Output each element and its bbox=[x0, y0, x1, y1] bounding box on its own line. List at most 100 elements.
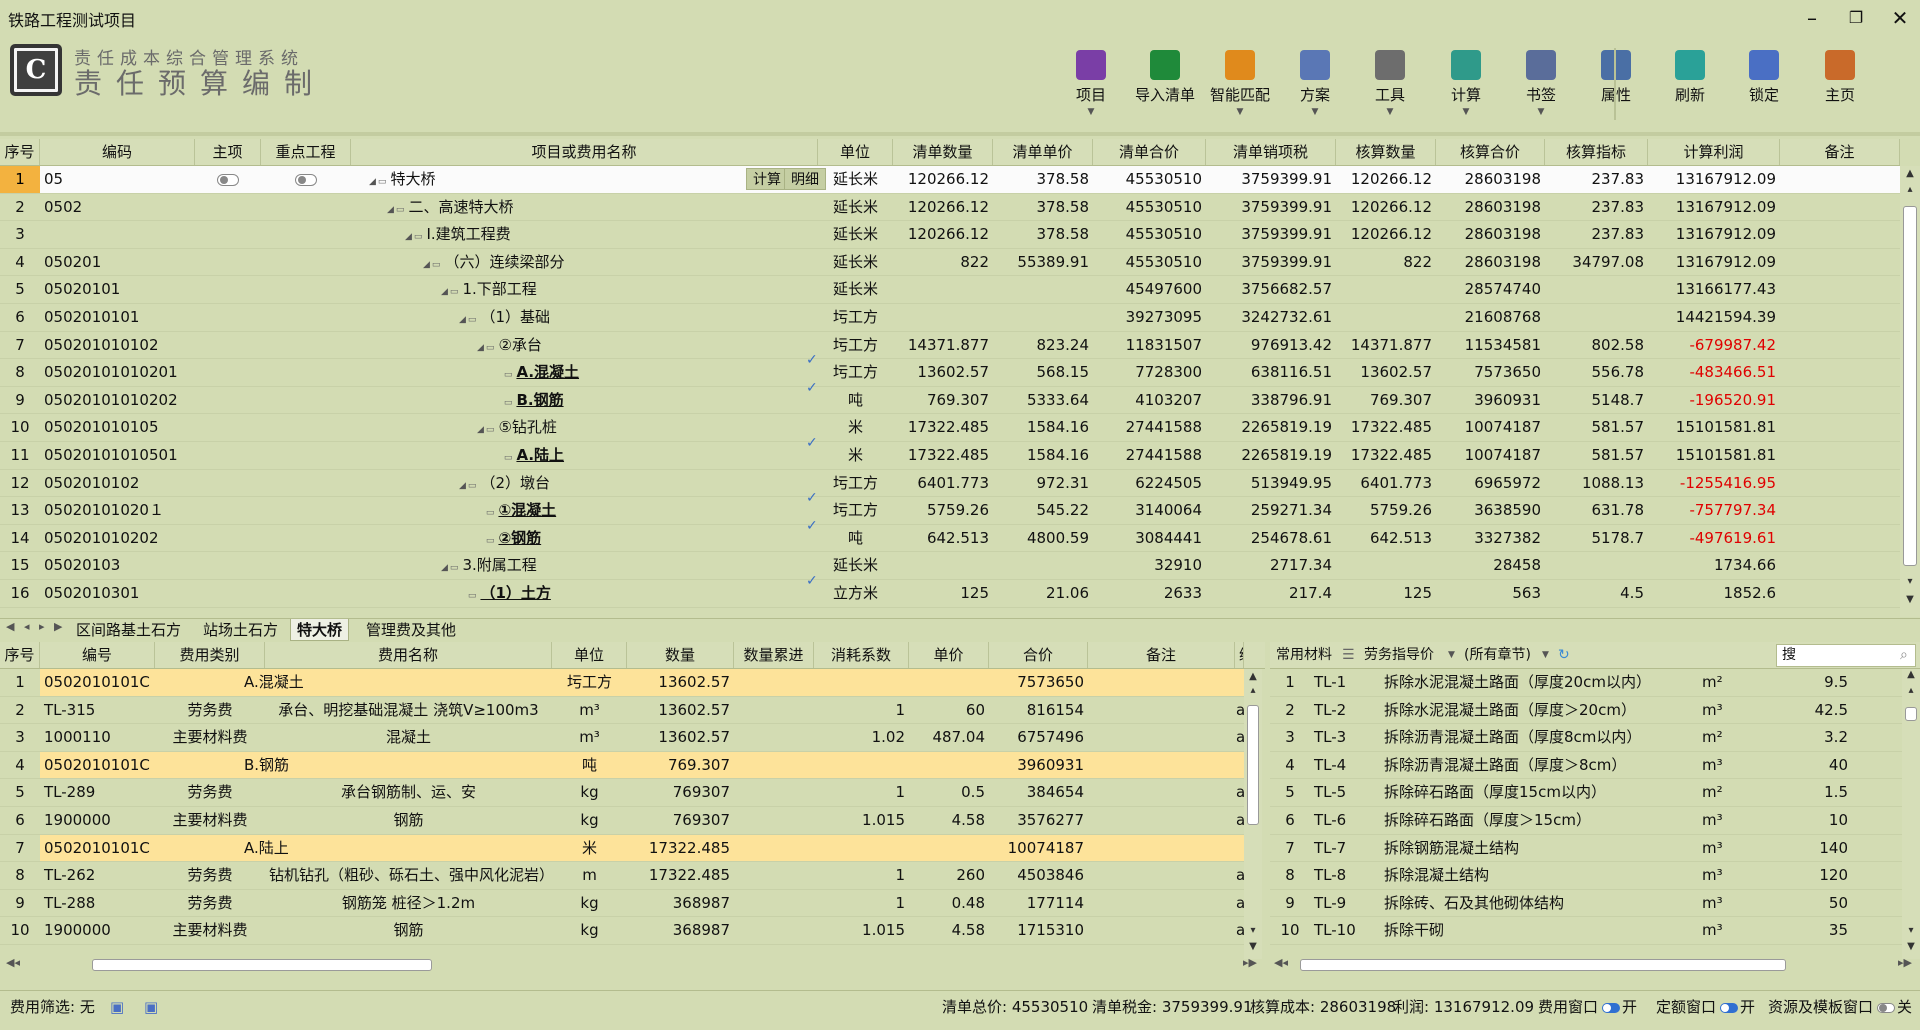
resource-window-toggle[interactable]: 资源及模板窗口 关 bbox=[1768, 991, 1912, 1023]
toolbar-toolbox-button[interactable]: 工具 ▼ bbox=[1353, 50, 1427, 120]
detail-scroll-down-icon[interactable]: ▾ bbox=[1244, 925, 1262, 936]
search-icon[interactable]: ⌕ bbox=[1900, 642, 1908, 669]
chevron-down-icon[interactable]: ▼ bbox=[1353, 107, 1427, 117]
detail-row[interactable]: 10 1900000 主要材料费 钢筋 kg 368987 1.015 4.58 1715310… bbox=[0, 917, 1245, 945]
tab-3[interactable]: 管理费及其他 bbox=[360, 619, 462, 641]
chevron-down-icon[interactable]: ▼ bbox=[1448, 642, 1455, 669]
row-name[interactable]: ◢▭B.钢筋 bbox=[351, 387, 818, 414]
library-row[interactable]: 2 TL-2 拆除水泥混凝土路面（厚度＞20cm） m³ 42.5 bbox=[1270, 697, 1902, 725]
table-row[interactable]: 13 05020101020１ ◢▭①混凝土✓ 圬工方 5759.26 545.22 314… bbox=[0, 490, 1900, 525]
library-row[interactable]: 9 TL-9 拆除砖、石及其他砌体结构 m³ 50 bbox=[1270, 890, 1902, 918]
import-icon[interactable]: ▣ bbox=[144, 991, 158, 1023]
table-row[interactable]: 14 050201010202 ◢▭②钢筋✓ 吨 642.513 4800.59 30844… bbox=[0, 518, 1900, 553]
library-row[interactable]: 7 TL-7 拆除钢筋混凝土结构 m³ 140 bbox=[1270, 835, 1902, 863]
row-name[interactable]: ◢ ▭ ⑤钻孔桩 bbox=[351, 414, 818, 441]
library-row[interactable]: 3 TL-3 拆除沥青混凝土路面（厚度8cm以内） m² 3.2 bbox=[1270, 724, 1902, 752]
chapter-chevron-icon[interactable]: ▼ bbox=[1542, 642, 1549, 669]
hscroll-left-icon[interactable]: ◀◂ bbox=[6, 956, 20, 969]
detail-row[interactable]: 3 1000110 主要材料费 混凝土 m³ 13602.57 1.02 487.04 6757… bbox=[0, 724, 1245, 752]
expand-triangle-icon[interactable]: ◢ bbox=[441, 563, 448, 573]
library-row[interactable]: 10 TL-10 拆除干砌 m³ 35 bbox=[1270, 917, 1902, 945]
chevron-down-icon[interactable]: ▼ bbox=[1278, 107, 1352, 117]
main-grid-vscrollbar[interactable]: ▲ ▴ ▾ ▼ bbox=[1900, 166, 1920, 617]
library-row[interactable]: 8 TL-8 拆除混凝土结构 m³ 120 bbox=[1270, 862, 1902, 890]
tab-2[interactable]: 特大桥 bbox=[290, 619, 350, 641]
detail-row[interactable]: 7 0502010101C A.陆上 米 17322.485 10074187 bbox=[0, 834, 1244, 863]
table-row[interactable]: 16 0502010301 ◢▭（1）土方✓ 立方米 125 21.06 2633 217.4… bbox=[0, 573, 1900, 608]
library-scroll-top-icon[interactable]: ▲ bbox=[1902, 669, 1920, 680]
chevron-down-icon[interactable]: ▼ bbox=[1504, 107, 1578, 117]
detail-grid-vscrollbar[interactable]: ▲ ▴ ▾ ▼ bbox=[1244, 669, 1262, 959]
calc-inline-button[interactable]: 计算 bbox=[746, 168, 788, 190]
library-hscroll-right-icon[interactable]: ▸▶ bbox=[1898, 956, 1912, 969]
fee-window-switch[interactable] bbox=[1602, 1002, 1621, 1013]
common-materials-tab[interactable]: 常用材料 bbox=[1276, 642, 1332, 669]
library-row[interactable]: 6 TL-6 拆除碎石路面（厚度＞15cm） m³ 10 bbox=[1270, 807, 1902, 835]
scroll-bottom-icon[interactable]: ▼ bbox=[1900, 594, 1920, 605]
quota-window-switch[interactable] bbox=[1720, 1002, 1739, 1013]
detail-row[interactable]: 6 1900000 主要材料费 钢筋 kg 769307 1.015 4.58 3576277 a bbox=[0, 807, 1245, 835]
detail-scroll-top-icon[interactable]: ▲ bbox=[1244, 671, 1262, 682]
detail-row[interactable]: 2 TL-315 劳务费 承台、明挖基础混凝土 浇筑V≥100m3 m³ 13602.57… bbox=[0, 697, 1245, 725]
quota-window-toggle[interactable]: 定额窗口 开 bbox=[1656, 991, 1755, 1023]
toolbar-home-button[interactable]: 主页 bbox=[1803, 50, 1877, 120]
row-name[interactable]: ◢▭A.混凝土 bbox=[351, 359, 818, 386]
scroll-up-icon[interactable]: ▴ bbox=[1900, 184, 1920, 195]
minimize-button[interactable]: – bbox=[1792, 4, 1832, 32]
toggle-switch-icon[interactable] bbox=[295, 173, 317, 186]
row-name[interactable]: ◢ ▭ （六）连续梁部分 bbox=[351, 249, 818, 276]
library-hscroll-left-icon[interactable]: ◀◂ bbox=[1274, 956, 1288, 969]
library-hscroll-thumb[interactable] bbox=[1300, 959, 1786, 971]
hscroll-right-icon[interactable]: ▸▶ bbox=[1243, 956, 1257, 969]
toolbar-refresh-button[interactable]: 刷新 bbox=[1653, 50, 1727, 120]
library-vscroll-thumb[interactable] bbox=[1905, 707, 1917, 721]
tab-0[interactable]: 区间路基土石方 bbox=[70, 619, 187, 641]
library-scroll-bottom-icon[interactable]: ▼ bbox=[1902, 941, 1920, 952]
toolbar-smart-match-button[interactable]: 智能匹配 ▼ bbox=[1203, 50, 1277, 120]
library-search-input[interactable] bbox=[1776, 644, 1916, 667]
expand-triangle-icon[interactable]: ◢ bbox=[459, 481, 466, 491]
chapter-dropdown[interactable]: (所有章节) bbox=[1464, 642, 1531, 669]
refresh-library-icon[interactable]: ↻ bbox=[1558, 642, 1570, 669]
expand-triangle-icon[interactable]: ◢ bbox=[369, 177, 376, 187]
resource-window-switch[interactable] bbox=[1877, 1002, 1896, 1013]
row-name[interactable]: ◢▭（1）土方 bbox=[351, 580, 818, 607]
detail-row[interactable]: 5 TL-289 劳务费 承台钢筋制、运、安 kg 769307 1 0.5 384654 a bbox=[0, 779, 1245, 807]
expand-triangle-icon[interactable]: ◢ bbox=[423, 260, 430, 270]
table-row[interactable]: 1 05 ◢ ▭ 特大桥 计算 明细 延长米 120266.12 378.58 45530510 37… bbox=[0, 166, 1900, 194]
library-scroll-up-icon[interactable]: ▴ bbox=[1902, 685, 1920, 696]
expand-triangle-icon[interactable]: ◢ bbox=[477, 425, 484, 435]
row-name[interactable]: ◢ ▭ （2）墩台 bbox=[351, 470, 818, 497]
table-row[interactable]: 7 050201010102 ◢ ▭ ②承台 圬工方 14371.877 823.24 1183… bbox=[0, 332, 1900, 360]
toolbar-excel-import-button[interactable]: 导入清单 bbox=[1128, 50, 1202, 120]
table-row[interactable]: 9 05020101010202 ◢▭B.钢筋✓ 吨 769.307 5333.64 410… bbox=[0, 380, 1900, 415]
detail-vscroll-thumb[interactable] bbox=[1247, 705, 1259, 825]
table-row[interactable]: 5 05020101 ◢ ▭ 1.下部工程 延长米 45497600 3756682.57 28… bbox=[0, 276, 1900, 304]
library-vscrollbar[interactable]: ▲ ▴ ▾ ▼ bbox=[1902, 669, 1920, 959]
main-grid-vscroll-thumb[interactable] bbox=[1903, 206, 1917, 566]
table-row[interactable]: 15 05020103 ◢ ▭ 3.附属工程 延长米 32910 2717.34 28458 17… bbox=[0, 552, 1900, 580]
row-name[interactable]: ◢ ▭ 3.附属工程 bbox=[351, 552, 818, 579]
row-name[interactable]: ◢ ▭ （1）基础 bbox=[351, 304, 818, 331]
table-row[interactable]: 12 0502010102 ◢ ▭ （2）墩台 圬工方 6401.773 972.31 6224… bbox=[0, 470, 1900, 498]
toolbar-properties-button[interactable]: 属性 bbox=[1579, 50, 1653, 120]
restore-button[interactable]: ❐ bbox=[1836, 4, 1876, 32]
labor-guide-dropdown[interactable]: 劳务指导价 bbox=[1364, 642, 1434, 669]
library-scroll-down-icon[interactable]: ▾ bbox=[1902, 925, 1920, 936]
scroll-top-icon[interactable]: ▲ bbox=[1900, 168, 1920, 179]
detail-row[interactable]: 4 0502010101C B.钢筋 吨 769.307 3960931 bbox=[0, 751, 1244, 780]
detail-row[interactable]: 9 TL-288 劳务费 钢筋笼 桩径＞1.2m kg 368987 1 0.48 177114… bbox=[0, 890, 1245, 918]
detail-hscrollbar[interactable]: ◀◂ ▸▶ bbox=[0, 956, 1265, 974]
detail-row[interactable]: 8 TL-262 劳务费 钻机钻孔（粗砂、砾石土、强中风化泥岩） m 17322.485 1… bbox=[0, 862, 1245, 890]
key-project-toggle[interactable] bbox=[261, 166, 351, 193]
detail-scroll-up-icon[interactable]: ▴ bbox=[1244, 685, 1262, 696]
expand-triangle-icon[interactable]: ◢ bbox=[477, 343, 484, 353]
close-button[interactable]: ✕ bbox=[1880, 4, 1920, 32]
row-name[interactable]: ◢ ▭ 1.下部工程 bbox=[351, 276, 818, 303]
table-row[interactable]: 10 050201010105 ◢ ▭ ⑤钻孔桩 米 17322.485 1584.16 274… bbox=[0, 414, 1900, 442]
chevron-down-icon[interactable]: ▼ bbox=[1054, 107, 1128, 117]
fee-filter-dropdown[interactable]: 费用筛选: 无 bbox=[10, 991, 95, 1023]
library-hscrollbar[interactable]: ◀◂ ▸▶ bbox=[1270, 956, 1920, 974]
tab-1[interactable]: 站场土石方 bbox=[197, 619, 284, 641]
expand-triangle-icon[interactable]: ◢ bbox=[405, 232, 412, 242]
